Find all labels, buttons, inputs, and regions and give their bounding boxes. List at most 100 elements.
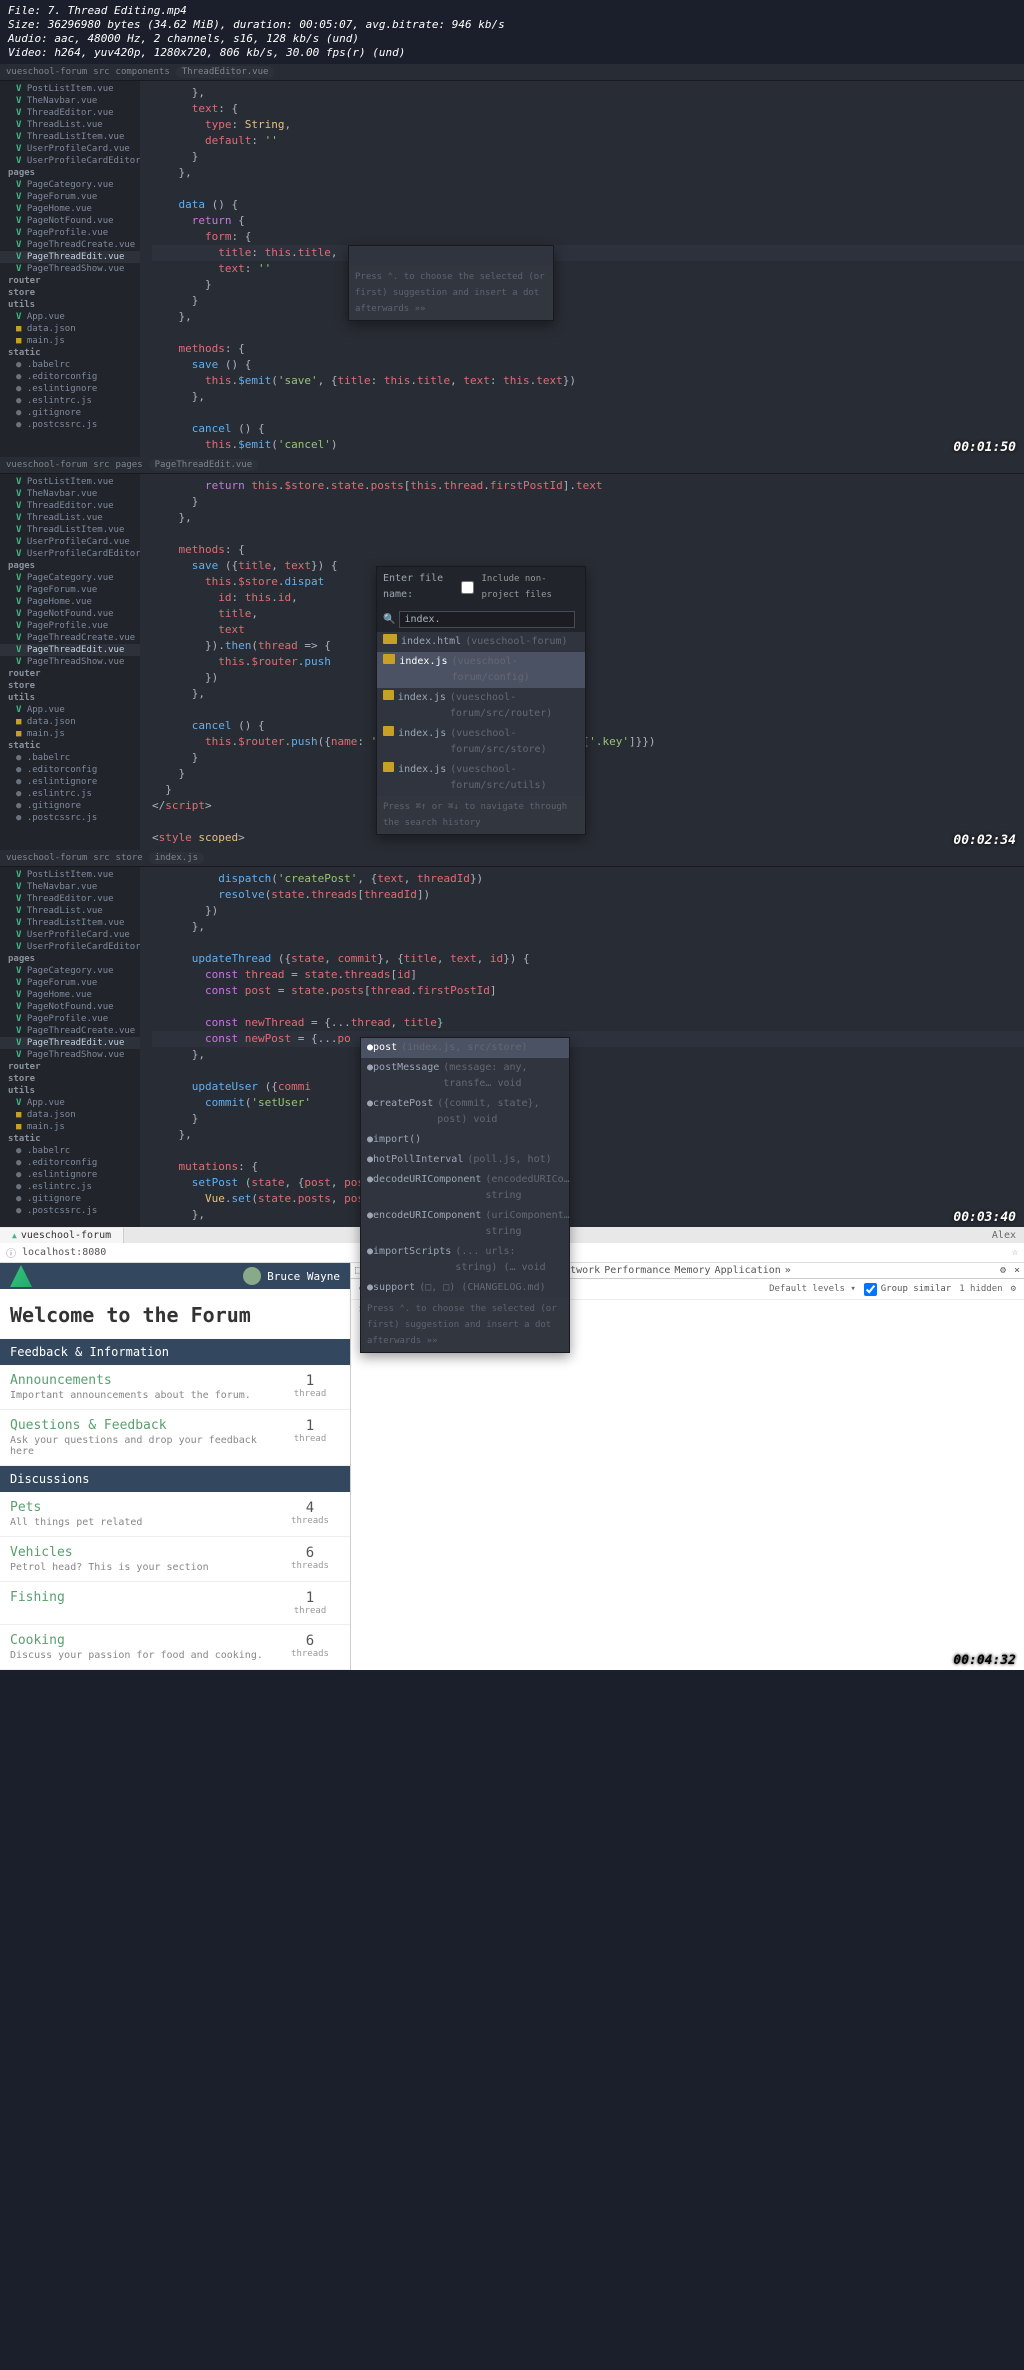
tree-item[interactable]: .eslintrc.js — [0, 395, 140, 407]
tree-item[interactable]: PageProfile.vue — [0, 227, 140, 239]
tree-item[interactable]: static — [0, 740, 140, 752]
tree-item[interactable]: App.vue — [0, 704, 140, 716]
crumb[interactable]: src — [93, 460, 109, 470]
crumb[interactable]: src — [93, 853, 109, 863]
suggest-row[interactable]: ● importScripts(... urls: string) (… voi… — [361, 1242, 569, 1278]
category-row[interactable]: PetsAll things pet related4threads — [0, 1492, 350, 1537]
tree-item[interactable]: PageNotFound.vue — [0, 1001, 140, 1013]
include-nonproject-checkbox[interactable]: Include non-project files — [457, 571, 579, 603]
search-everywhere-popup[interactable]: Enter file name: Include non-project fil… — [376, 566, 586, 835]
crumb[interactable]: src — [93, 67, 109, 77]
tree-item[interactable]: .babelrc — [0, 1145, 140, 1157]
category-row[interactable]: VehiclesPetrol head? This is your sectio… — [0, 1537, 350, 1582]
tree-item[interactable]: ThreadListItem.vue — [0, 131, 140, 143]
devtools-tab[interactable]: Memory — [672, 1263, 712, 1278]
tree-item[interactable]: ThreadList.vue — [0, 905, 140, 917]
tree-item[interactable]: PageThreadCreate.vue — [0, 239, 140, 251]
tree-item[interactable]: PageThreadEdit.vue — [0, 1037, 140, 1049]
tree-item[interactable]: ThreadList.vue — [0, 512, 140, 524]
tree-item[interactable]: PageThreadShow.vue — [0, 1049, 140, 1061]
tree-item[interactable]: PostListItem.vue — [0, 476, 140, 488]
group-similar-checkbox[interactable] — [864, 1283, 877, 1296]
tree-item[interactable]: PageThreadShow.vue — [0, 263, 140, 275]
tree-item[interactable]: utils — [0, 1085, 140, 1097]
tree-item[interactable]: router — [0, 668, 140, 680]
crumb[interactable]: pages — [116, 460, 143, 470]
tree-item[interactable]: PageHome.vue — [0, 596, 140, 608]
suggest-row[interactable] — [349, 246, 553, 266]
tree-item[interactable]: ThreadEditor.vue — [0, 893, 140, 905]
tree-item[interactable]: App.vue — [0, 1097, 140, 1109]
tree-item[interactable]: main.js — [0, 335, 140, 347]
tree-item[interactable]: .gitignore — [0, 1193, 140, 1205]
crumb[interactable]: vueschool-forum — [6, 853, 87, 863]
tree-item[interactable]: PostListItem.vue — [0, 869, 140, 881]
category-name[interactable]: Questions & Feedback — [10, 1418, 280, 1433]
tree-item[interactable]: PageThreadCreate.vue — [0, 1025, 140, 1037]
avatar[interactable] — [243, 1267, 261, 1285]
tree-item[interactable]: .postcssrc.js — [0, 1205, 140, 1217]
tree-item[interactable]: PageThreadEdit.vue — [0, 644, 140, 656]
tree-item[interactable]: PageCategory.vue — [0, 572, 140, 584]
tree-item[interactable]: PageNotFound.vue — [0, 608, 140, 620]
crumb-file[interactable]: ThreadEditor.vue — [176, 66, 275, 78]
tree-item[interactable]: static — [0, 347, 140, 359]
logo-icon[interactable] — [10, 1265, 32, 1287]
category-row[interactable]: Questions & FeedbackAsk your questions a… — [0, 1410, 350, 1466]
crumb[interactable]: vueschool-forum — [6, 460, 87, 470]
tree-item[interactable]: .eslintrc.js — [0, 788, 140, 800]
file-tree[interactable]: PostListItem.vueTheNavbar.vueThreadEdito… — [0, 867, 140, 1227]
tree-item[interactable]: .editorconfig — [0, 1157, 140, 1169]
tree-item[interactable]: UserProfileCardEditor.vue — [0, 941, 140, 953]
tree-item[interactable]: PageProfile.vue — [0, 620, 140, 632]
tree-item[interactable]: .babelrc — [0, 359, 140, 371]
tree-item[interactable]: utils — [0, 692, 140, 704]
tree-item[interactable]: .gitignore — [0, 800, 140, 812]
category-name[interactable]: Cooking — [10, 1633, 280, 1648]
settings-icon[interactable]: ⚙ — [1011, 1284, 1016, 1294]
tree-item[interactable]: ThreadListItem.vue — [0, 917, 140, 929]
crumb[interactable]: vueschool-forum — [6, 67, 87, 77]
tree-item[interactable]: PostListItem.vue — [0, 83, 140, 95]
tree-item[interactable]: .editorconfig — [0, 764, 140, 776]
close-icon[interactable]: × — [1014, 1265, 1020, 1276]
profile-label[interactable]: Alex — [984, 1230, 1024, 1241]
tree-item[interactable]: .eslintrc.js — [0, 1181, 140, 1193]
tree-item[interactable]: .gitignore — [0, 407, 140, 419]
tree-item[interactable]: router — [0, 1061, 140, 1073]
log-levels[interactable]: Default levels ▾ — [769, 1284, 856, 1294]
crumb[interactable]: store — [116, 853, 143, 863]
crumb[interactable]: components — [116, 67, 170, 77]
tree-item[interactable]: router — [0, 275, 140, 287]
tree-item[interactable]: store — [0, 680, 140, 692]
tree-item[interactable]: pages — [0, 560, 140, 572]
tree-item[interactable]: data.json — [0, 323, 140, 335]
code-editor[interactable]: return this.$store.state.posts[this.thre… — [140, 474, 1024, 850]
tree-item[interactable]: .babelrc — [0, 752, 140, 764]
tree-item[interactable]: ThreadListItem.vue — [0, 524, 140, 536]
category-row[interactable]: Fishing1thread — [0, 1582, 350, 1625]
suggest-row[interactable]: ● hotPollInterval(poll.js, hot) — [361, 1150, 569, 1170]
suggest-row[interactable]: index.js(vueschool-forum/src/utils) — [377, 760, 585, 796]
file-tree[interactable]: PostListItem.vueTheNavbar.vueThreadEdito… — [0, 474, 140, 850]
tree-item[interactable]: PageProfile.vue — [0, 1013, 140, 1025]
tree-item[interactable]: UserProfileCardEditor.vue — [0, 155, 140, 167]
category-name[interactable]: Vehicles — [10, 1545, 280, 1560]
file-tree[interactable]: PostListItem.vueTheNavbar.vueThreadEdito… — [0, 81, 140, 457]
tree-item[interactable]: utils — [0, 299, 140, 311]
tree-item[interactable]: TheNavbar.vue — [0, 95, 140, 107]
user-name[interactable]: Bruce Wayne — [267, 1270, 340, 1283]
tree-item[interactable]: UserProfileCard.vue — [0, 929, 140, 941]
tree-item[interactable]: PageThreadShow.vue — [0, 656, 140, 668]
tree-item[interactable]: .postcssrc.js — [0, 419, 140, 431]
tree-item[interactable]: PageCategory.vue — [0, 965, 140, 977]
tree-item[interactable]: PageHome.vue — [0, 989, 140, 1001]
suggest-row[interactable]: ● import() — [361, 1130, 569, 1150]
tree-item[interactable]: ThreadEditor.vue — [0, 500, 140, 512]
intellisense-popup[interactable]: ● post(index.js, src/store)● postMessage… — [360, 1037, 570, 1353]
suggest-row[interactable]: ● decodeURIComponent(encodedURICo… strin… — [361, 1170, 569, 1206]
tree-item[interactable]: UserProfileCard.vue — [0, 143, 140, 155]
tree-item[interactable]: PageForum.vue — [0, 191, 140, 203]
tree-item[interactable]: main.js — [0, 728, 140, 740]
settings-icon[interactable]: ⚙ — [1000, 1265, 1006, 1276]
